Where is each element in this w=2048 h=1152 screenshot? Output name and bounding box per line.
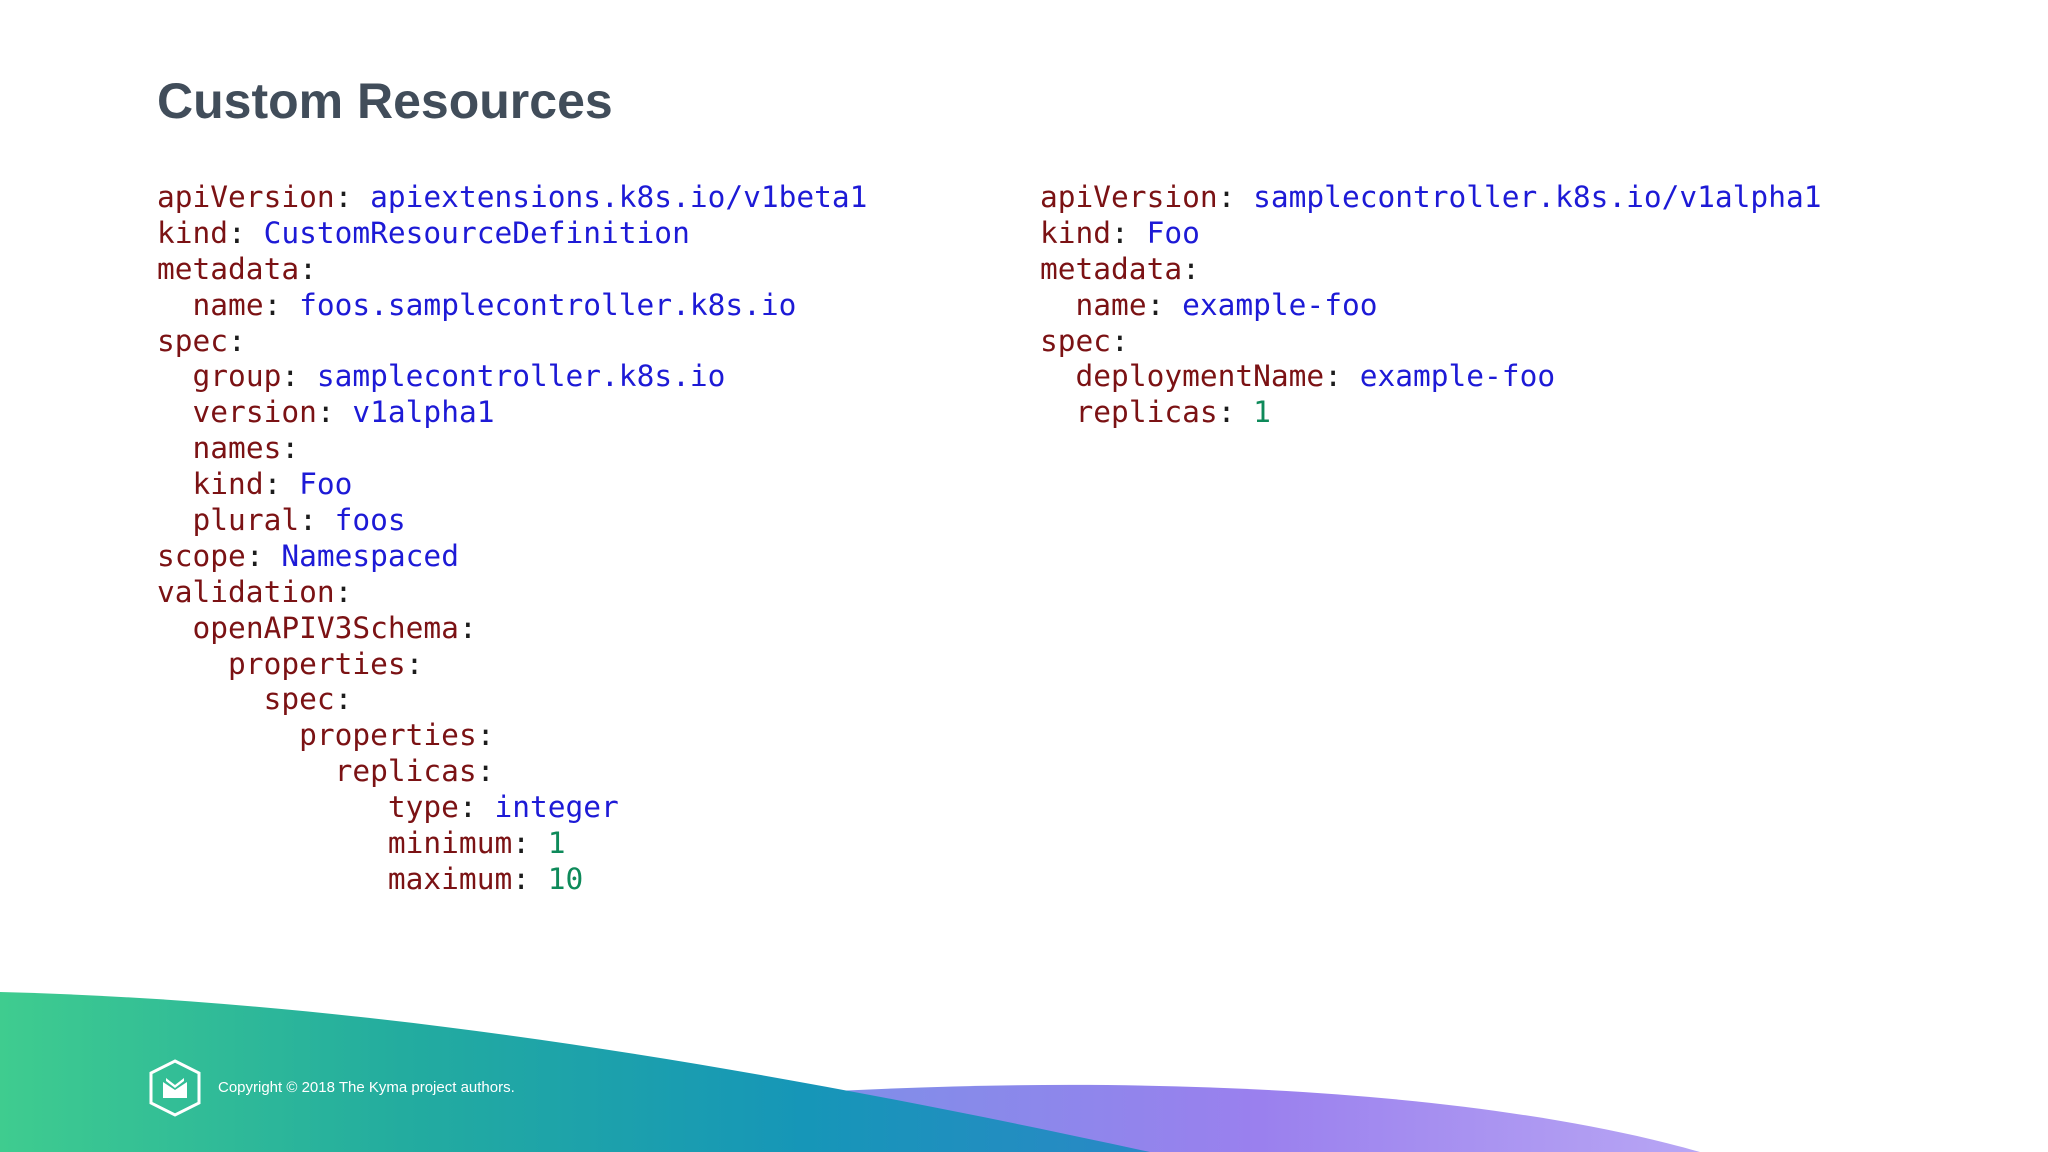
footer-wave-decoration xyxy=(0,992,1700,1152)
slide: Custom Resources apiVersion: apiextensio… xyxy=(0,0,2048,1152)
copyright-text: Copyright © 2018 The Kyma project author… xyxy=(218,1079,515,1096)
kyma-logo-icon xyxy=(149,1059,201,1117)
